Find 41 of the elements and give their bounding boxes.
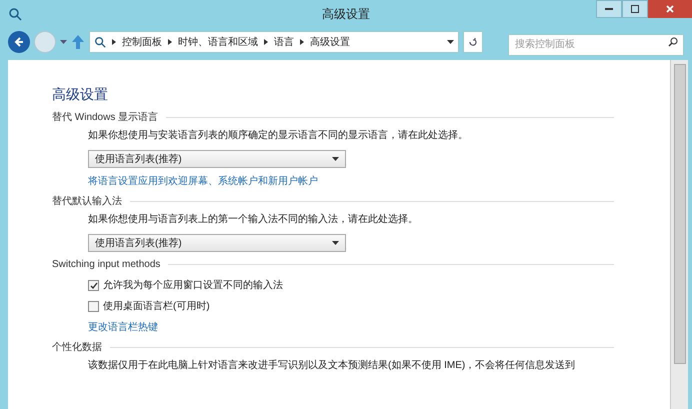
- section-heading: 替代 Windows 显示语言: [52, 110, 158, 125]
- link[interactable]: 将语言设置应用到欢迎屏幕、系统帐户和新用户帐户: [88, 174, 614, 189]
- dropdown-arrow-icon[interactable]: [60, 40, 67, 44]
- search-field[interactable]: 搜索控制面板: [508, 34, 684, 56]
- page-title: 高级设置: [52, 85, 109, 104]
- link[interactable]: 更改语言栏热键: [88, 320, 614, 335]
- caret-icon: [332, 157, 339, 161]
- description-text: 如果你想使用与语言列表上的第一个输入法不同的输入法，请在此处选择。: [88, 212, 419, 227]
- description-text: 该数据仅用于在此电脑上针对语言来改进手写识别以及文本预测结果(如果不使用 IME)，不会将任何信息发送到: [88, 358, 576, 373]
- section-heading: 个性化数据: [52, 340, 102, 355]
- checkbox-label: 使用桌面语言栏(可用时): [103, 300, 210, 314]
- description-text: 如果你想使用与安装语言列表的顺序确定的显示语言不同的显示语言，请在此处选择。: [88, 128, 469, 143]
- chevron-icon: [264, 39, 268, 45]
- search-icon: [668, 37, 678, 47]
- breadcrumb[interactable]: 时钟、语言和区域: [178, 34, 258, 50]
- caret-icon: [332, 241, 339, 245]
- checkbox[interactable]: [88, 301, 99, 312]
- dropdown[interactable]: 使用语言列表(推荐): [88, 234, 346, 252]
- window-title: 高级设置: [322, 6, 370, 22]
- caret-icon[interactable]: [447, 40, 454, 44]
- breadcrumb[interactable]: 控制面板: [122, 34, 162, 50]
- chevron-icon: [300, 39, 304, 45]
- refresh-icon: [468, 37, 478, 47]
- close-icon: [666, 5, 674, 13]
- section-heading: 替代默认输入法: [52, 194, 122, 209]
- back-button[interactable]: [8, 31, 30, 53]
- address-bar[interactable]: 控制面板 时钟、语言和区域 语言 高级设置: [89, 31, 459, 53]
- minimize-button[interactable]: [596, 0, 622, 18]
- checkbox-label: 允许我为每个应用窗口设置不同的输入法: [103, 278, 283, 293]
- breadcrumb[interactable]: 语言: [274, 34, 294, 50]
- scrollbar[interactable]: [670, 60, 688, 409]
- breadcrumb[interactable]: 高级设置: [310, 34, 350, 50]
- close-button[interactable]: [648, 0, 692, 18]
- chevron-icon: [168, 39, 172, 45]
- maximize-button[interactable]: [622, 0, 648, 18]
- chevron-icon: [112, 39, 116, 45]
- arrow-left-icon: [13, 36, 25, 48]
- dropdown[interactable]: 使用语言列表(推荐): [88, 150, 346, 168]
- checkbox[interactable]: [88, 280, 99, 291]
- refresh-button[interactable]: [463, 31, 483, 53]
- section-heading: Switching input methods: [52, 258, 160, 272]
